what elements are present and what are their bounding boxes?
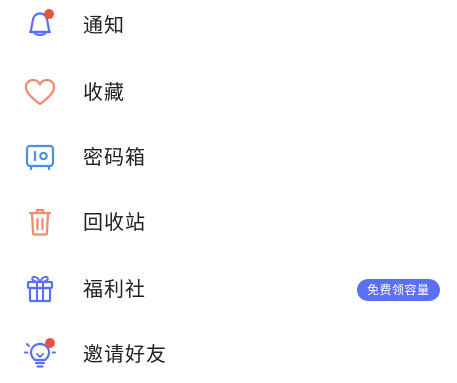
menu-item-welfare[interactable]: 福利社 免费领容量 [0,260,457,318]
menu-item-label: 通知 [83,13,125,37]
menu-item-favorites[interactable]: 收藏 [0,63,457,121]
menu-item-label: 收藏 [83,80,125,104]
menu-item-label: 回收站 [83,210,146,234]
menu-item-label: 邀请好友 [83,342,167,366]
menu-item-invite-friends[interactable]: 邀请好友 [0,325,457,383]
notification-dot [44,9,54,19]
gift-icon [20,269,60,309]
heart-icon [20,72,60,112]
menu-item-label: 福利社 [83,277,146,301]
menu-item-label: 密码箱 [83,145,146,169]
trash-icon [20,202,60,242]
menu-item-notifications[interactable]: 通知 [0,0,457,54]
safe-box-icon [20,137,60,177]
notification-dot [45,338,55,348]
lightbulb-icon [20,334,60,374]
menu-item-password-vault[interactable]: 密码箱 [0,128,457,186]
menu-item-recycle-bin[interactable]: 回收站 [0,193,457,251]
free-storage-badge[interactable]: 免费领容量 [357,279,440,301]
side-menu: 通知 收藏 密码箱 回收站 福利社 免费领容量 邀请好友 [0,0,457,383]
bell-icon [20,5,60,45]
